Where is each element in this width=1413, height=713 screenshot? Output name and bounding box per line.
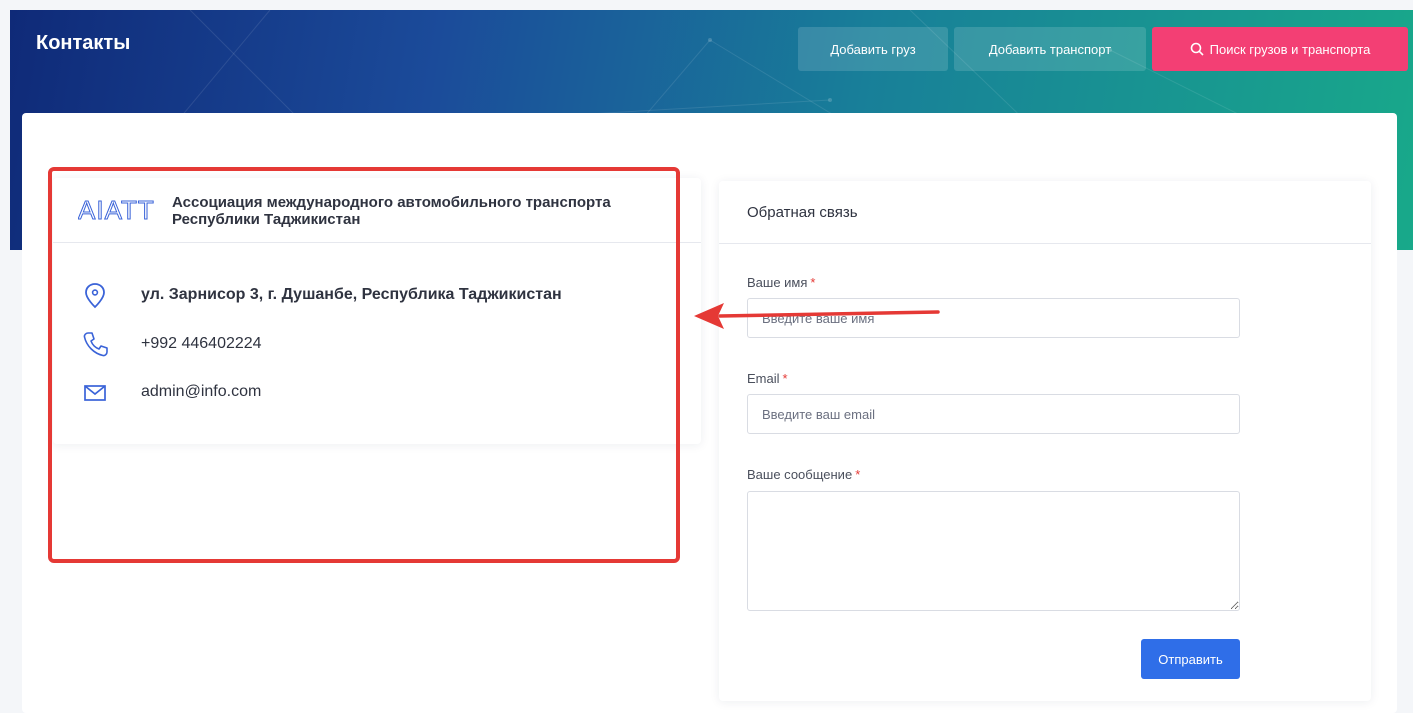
address-text: ул. Зарнисор 3, г. Душанбе, Республика Т… xyxy=(141,286,562,303)
map-pin-icon xyxy=(82,281,108,309)
feedback-card: Обратная связь Ваше имя* Email* Ваше соо… xyxy=(719,181,1371,701)
add-transport-button[interactable]: Добавить транспорт xyxy=(954,27,1146,71)
search-button-label: Поиск грузов и транспорта xyxy=(1209,41,1371,57)
email-text[interactable]: admin@info.com xyxy=(141,383,261,401)
feedback-title: Обратная связь xyxy=(747,204,858,221)
message-label-text: Ваше сообщение xyxy=(747,467,853,482)
svg-text:AIATT: AIATT xyxy=(78,196,154,224)
name-label-text: Ваше имя xyxy=(747,275,808,290)
search-icon xyxy=(1190,42,1204,56)
message-textarea[interactable] xyxy=(747,491,1240,611)
email-label-text: Email xyxy=(747,371,780,386)
contact-info-card: AIATT Ассоциация международного автомоби… xyxy=(53,178,701,444)
required-marker: * xyxy=(855,467,861,482)
submit-button[interactable]: Отправить xyxy=(1141,639,1240,679)
add-cargo-button[interactable]: Добавить груз xyxy=(798,27,948,71)
page-title: Контакты xyxy=(36,32,131,54)
message-field-label: Ваше сообщение * xyxy=(747,467,860,482)
required-marker: * xyxy=(782,371,788,386)
email-field-label: Email * xyxy=(747,371,788,386)
name-input[interactable] xyxy=(747,298,1240,338)
name-field-label: Ваше имя * xyxy=(747,275,815,290)
contact-card-header: AIATT Ассоциация международного автомоби… xyxy=(53,178,701,243)
feedback-card-header: Обратная связь xyxy=(719,181,1371,244)
mail-icon xyxy=(82,378,108,406)
organization-name: Ассоциация международного автомобильного… xyxy=(172,194,611,228)
phone-icon xyxy=(82,330,108,358)
email-row: admin@info.com xyxy=(53,378,701,414)
email-input[interactable] xyxy=(747,394,1240,434)
association-logo: AIATT xyxy=(78,196,154,224)
phone-text[interactable]: +992 446402224 xyxy=(141,335,262,353)
phone-row: +992 446402224 xyxy=(53,330,701,366)
search-cargo-transport-button[interactable]: Поиск грузов и транспорта xyxy=(1152,27,1408,71)
required-marker: * xyxy=(810,275,816,290)
address-row: ул. Зарнисор 3, г. Душанбе, Республика Т… xyxy=(53,281,701,317)
